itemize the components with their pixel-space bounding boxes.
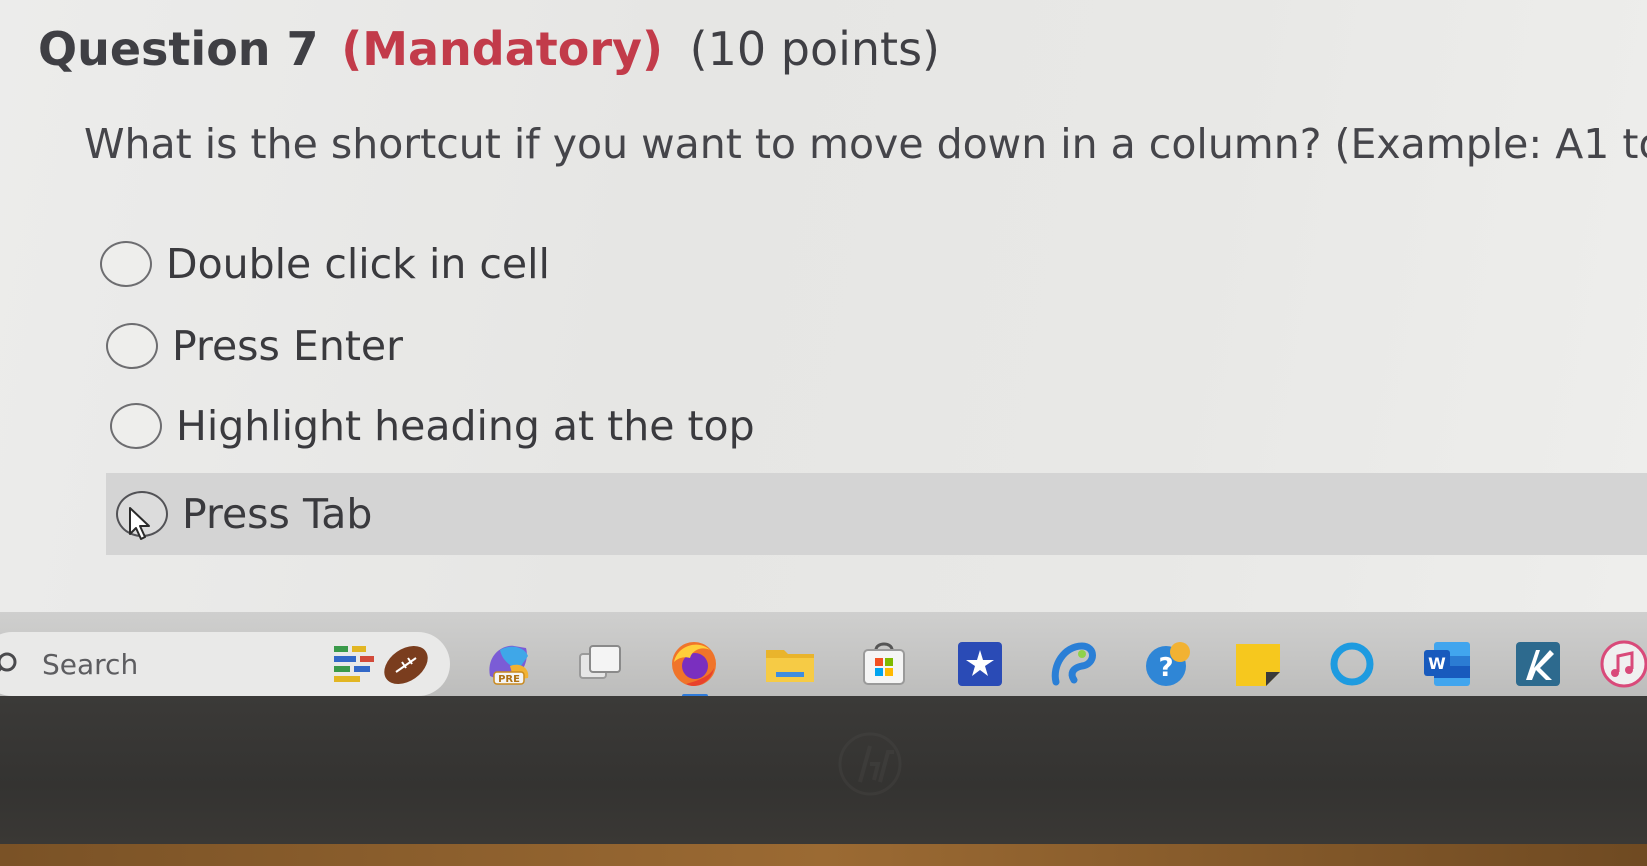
mandatory-label: (Mandatory) — [341, 22, 664, 76]
taskbar-firefox[interactable] — [664, 634, 724, 698]
taskbar-search-box[interactable]: Search — [0, 632, 450, 696]
taskbar-help[interactable]: ? — [1138, 634, 1198, 694]
help-icon: ? — [1146, 642, 1190, 686]
file-explorer-icon — [766, 650, 814, 682]
taskbar-app-star[interactable] — [950, 634, 1010, 694]
answer-label: Press Tab — [182, 490, 373, 538]
answer-label: Press Enter — [172, 322, 403, 370]
answer-option-4[interactable]: Press Tab — [106, 473, 1647, 555]
app-star-icon — [958, 642, 1002, 686]
taskbar-sticky-notes[interactable] — [1228, 634, 1288, 694]
word-icon: W — [1424, 642, 1470, 686]
task-view-icon — [579, 645, 621, 679]
copilot-badge-text: PRE — [498, 674, 520, 685]
taskbar-app[interactable] — [1508, 634, 1568, 694]
radio-button[interactable] — [106, 323, 158, 369]
search-label: Search — [42, 647, 139, 681]
search-highlight-football-icon — [334, 645, 428, 685]
microsoft-store-icon — [863, 642, 905, 685]
cortana-icon — [1330, 642, 1374, 686]
taskbar-store[interactable] — [854, 634, 914, 694]
radio-button[interactable] — [100, 241, 152, 287]
taskbar-copilot[interactable]: PRE — [478, 634, 538, 694]
answer-option-2[interactable]: Press Enter — [106, 310, 403, 382]
quiz-panel: Question 7 (Mandatory) (10 points) What … — [0, 0, 1647, 612]
question-text: What is the shortcut if you want to move… — [84, 120, 1647, 168]
question-heading: Question 7 (Mandatory) (10 points) — [38, 22, 940, 76]
laptop-bezel — [0, 696, 1647, 844]
taskbar-task-view[interactable] — [570, 634, 630, 694]
taskbar-word[interactable]: W — [1416, 634, 1476, 694]
music-icon — [1600, 640, 1647, 688]
taskbar-file-explorer[interactable] — [760, 634, 820, 694]
taskbar-paint[interactable] — [1044, 634, 1104, 694]
copilot-icon: PRE — [489, 645, 529, 685]
word-letter: W — [1428, 654, 1446, 673]
question-title: Question 7 — [38, 22, 319, 76]
answer-label: Double click in cell — [166, 240, 550, 288]
answer-option-1[interactable]: Double click in cell — [100, 228, 550, 300]
taskbar: Search PRE ? W — [0, 612, 1647, 698]
sticky-notes-icon — [1236, 644, 1280, 686]
mouse-cursor-icon — [129, 507, 150, 540]
desk-surface — [0, 844, 1647, 866]
search-icon — [0, 652, 17, 672]
points-label: (10 points) — [689, 22, 940, 76]
radio-button[interactable] — [110, 403, 162, 449]
taskbar-cortana[interactable] — [1322, 634, 1382, 694]
paint-icon — [1051, 642, 1096, 686]
hp-logo-icon — [838, 732, 902, 796]
firefox-icon — [672, 642, 716, 687]
answer-label: Highlight heading at the top — [176, 402, 755, 450]
taskbar-music[interactable] — [1594, 634, 1647, 694]
svg-text:?: ? — [1158, 653, 1173, 683]
answer-option-3[interactable]: Highlight heading at the top — [110, 390, 755, 462]
app-icon — [1516, 642, 1560, 686]
